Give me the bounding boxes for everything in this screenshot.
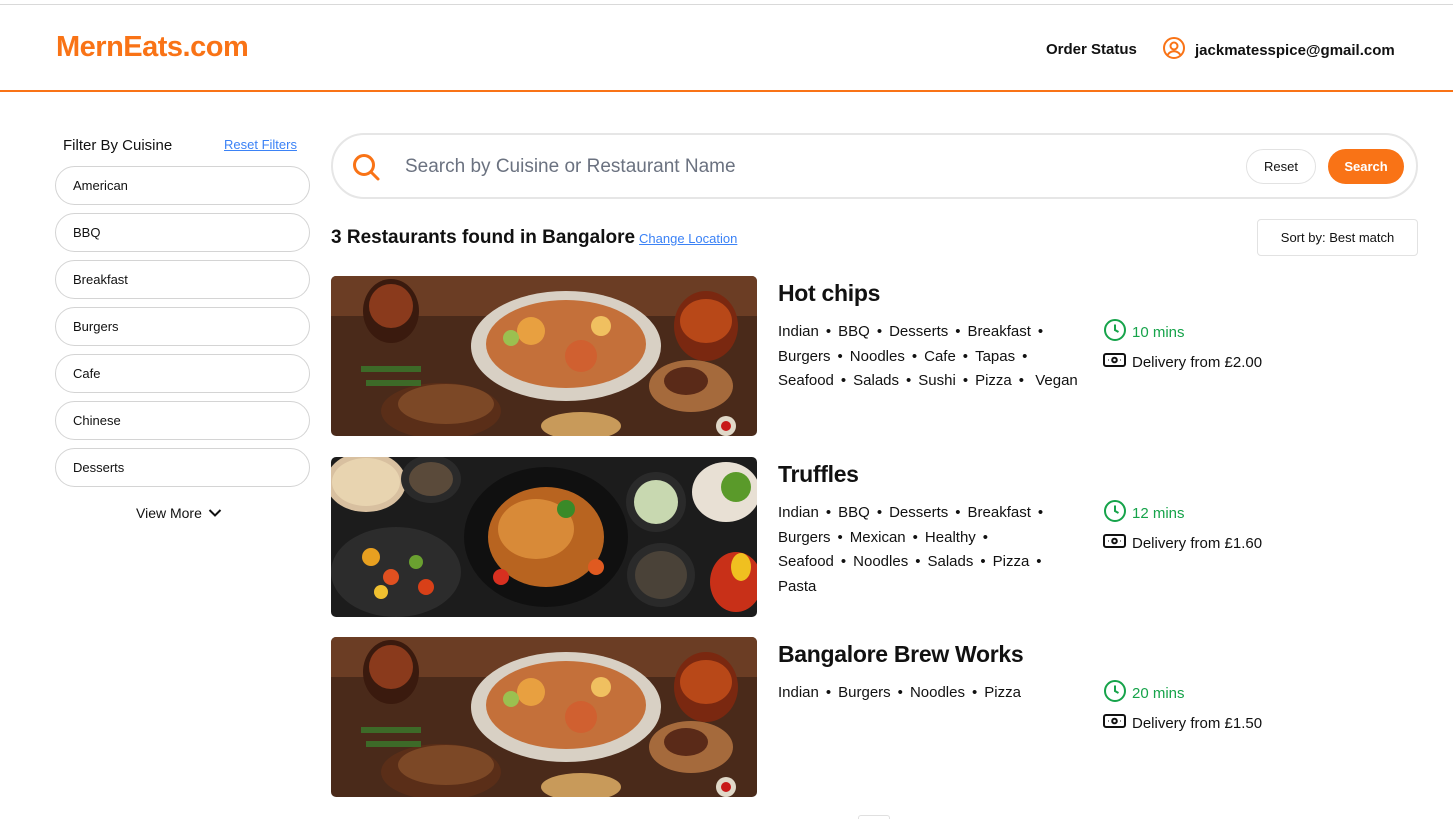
chevron-down-icon	[208, 505, 222, 521]
restaurant-cuisines: Indian • BBQ • Desserts • Breakfast • Burgers • M…	[778, 504, 1044, 595]
user-menu[interactable]: jackmatesspice@gmail.com	[1162, 36, 1395, 65]
delivery-time: 12 mins	[1103, 499, 1185, 527]
banknote-icon	[1103, 352, 1126, 372]
cuisine-tag: BBQ	[838, 323, 870, 340]
delivery-price-label: Delivery from £1.60	[1132, 534, 1263, 552]
site-logo[interactable]: MernEats.com	[56, 31, 249, 64]
user-circle-icon	[1162, 36, 1186, 65]
cuisine-tag: Sushi	[918, 372, 956, 389]
delivery-time-label: 12 mins	[1132, 504, 1185, 522]
pagination-button[interactable]	[858, 815, 890, 819]
cuisine-tag: Pizza	[992, 553, 1030, 570]
cuisine-tag: Salads	[853, 372, 900, 389]
cuisine-tag: Noodles	[909, 684, 965, 701]
cuisine-tag: Indian	[778, 323, 819, 340]
banknote-icon	[1103, 713, 1126, 733]
cuisine-tag: Vegan	[1035, 372, 1078, 389]
delivery-price-label: Delivery from £2.00	[1132, 353, 1263, 371]
restaurant-name[interactable]: Hot chips	[778, 280, 880, 307]
restaurant-card[interactable]: Bangalore Brew Works Indian • Burgers • Nood…	[331, 637, 1331, 797]
cuisine-tag: Desserts	[889, 323, 949, 340]
restaurant-image	[331, 457, 757, 617]
delivery-time: 20 mins	[1103, 679, 1185, 707]
cuisine-filter-american[interactable]: American	[55, 166, 310, 205]
cuisine-filter-bbq[interactable]: BBQ	[55, 213, 310, 252]
cuisine-tag: Noodles	[853, 553, 909, 570]
banknote-icon	[1103, 533, 1126, 553]
filter-title: Filter By Cuisine	[63, 137, 173, 154]
restaurant-cuisines: Indian • Burgers • Noodles • Pizza	[778, 684, 1021, 701]
restaurant-name[interactable]: Bangalore Brew Works	[778, 641, 1024, 668]
cuisine-tag: Indian	[778, 684, 819, 701]
cuisine-tag: Tapas	[975, 347, 1016, 365]
search-input[interactable]	[405, 151, 1225, 183]
order-status-link[interactable]: Order Status	[1046, 41, 1137, 58]
delivery-time: 10 mins	[1103, 318, 1185, 346]
cuisine-tag: Indian	[778, 504, 819, 521]
view-more-label: View More	[136, 505, 202, 521]
restaurant-cuisines: Indian • BBQ • Desserts • Breakfast • Burgers • N…	[778, 323, 1078, 389]
cuisine-tag: Breakfast	[967, 323, 1031, 340]
cuisine-tag: Healthy	[924, 528, 976, 546]
search-bar: Reset Search	[331, 133, 1418, 199]
cuisine-tag: Burgers	[838, 684, 891, 701]
delivery-price: Delivery from £1.50	[1103, 713, 1262, 733]
site-header: MernEats.com Order Status jackmatesspice…	[0, 5, 1453, 92]
cuisine-tag: Burgers	[778, 528, 831, 546]
cuisine-tag: Pasta	[778, 577, 817, 595]
sort-dropdown[interactable]: Sort by: Best match	[1257, 219, 1418, 256]
cuisine-filter-list: American BBQ Breakfast Burgers Cafe Chin…	[55, 166, 310, 495]
search-icon	[351, 152, 381, 187]
cuisine-tag: BBQ	[838, 504, 870, 521]
cuisine-filter-cafe[interactable]: Cafe	[55, 354, 310, 393]
restaurant-image	[331, 637, 757, 797]
cuisine-tag: Pizza	[975, 372, 1012, 389]
cuisine-filter-chinese[interactable]: Chinese	[55, 401, 310, 440]
delivery-time-label: 10 mins	[1132, 323, 1185, 341]
restaurant-name[interactable]: Truffles	[778, 461, 859, 488]
cuisine-tag: Pizza	[984, 684, 1021, 701]
cuisine-tag: Noodles	[849, 347, 905, 365]
cuisine-tag: Breakfast	[967, 504, 1031, 521]
results-header: 3 Restaurants found in Bangalore Change …	[331, 227, 737, 249]
cuisine-tag: Seafood	[778, 553, 834, 570]
delivery-price: Delivery from £1.60	[1103, 533, 1262, 553]
cuisine-filter-burgers[interactable]: Burgers	[55, 307, 310, 346]
view-more-button[interactable]: View More	[136, 505, 222, 521]
search-button[interactable]: Search	[1328, 149, 1404, 184]
cuisine-tag: Mexican	[849, 528, 906, 546]
restaurant-image	[331, 276, 757, 436]
cuisine-tag: Desserts	[889, 504, 949, 521]
clock-icon	[1103, 499, 1127, 527]
cuisine-tag: Cafe	[924, 347, 956, 365]
delivery-price-label: Delivery from £1.50	[1132, 714, 1263, 732]
delivery-time-label: 20 mins	[1132, 684, 1185, 702]
cuisine-filter-desserts[interactable]: Desserts	[55, 448, 310, 487]
delivery-price: Delivery from £2.00	[1103, 352, 1262, 372]
cuisine-tag: Salads	[927, 553, 974, 570]
reset-filters-link[interactable]: Reset Filters	[224, 137, 297, 152]
user-email: jackmatesspice@gmail.com	[1195, 42, 1395, 59]
results-count: 3 Restaurants found in Bangalore	[331, 227, 636, 248]
cuisine-tag: Seafood	[778, 372, 834, 389]
cuisine-filter-breakfast[interactable]: Breakfast	[55, 260, 310, 299]
restaurant-card[interactable]: Truffles Indian • BBQ • Desserts • Breakfast • …	[331, 457, 1331, 617]
cuisine-tag: Burgers	[778, 347, 831, 365]
clock-icon	[1103, 679, 1127, 707]
change-location-link[interactable]: Change Location	[639, 231, 737, 246]
restaurant-card[interactable]: Hot chips Indian • BBQ • Desserts • Breakfast •…	[331, 276, 1331, 436]
search-reset-button[interactable]: Reset	[1246, 149, 1316, 184]
clock-icon	[1103, 318, 1127, 346]
